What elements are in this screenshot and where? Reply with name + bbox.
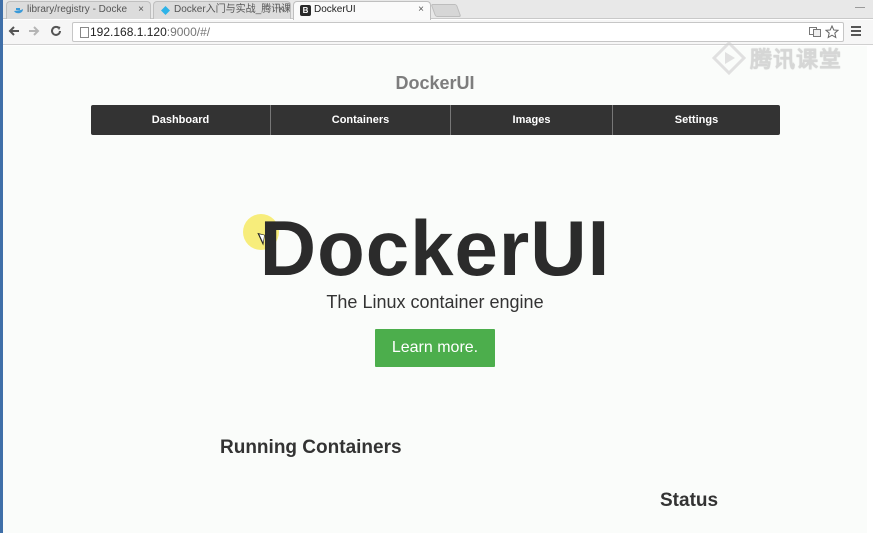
tab-strip: library/registry - Docke × Docker入门与实战_腾…: [0, 0, 873, 20]
window-controls: [855, 0, 865, 12]
nav-item-dashboard[interactable]: Dashboard: [91, 105, 271, 135]
docker-whale-icon: [13, 5, 24, 16]
reload-button[interactable]: [48, 24, 64, 40]
menu-hamburger-icon[interactable]: [849, 25, 863, 39]
tab-title: library/registry - Docke: [27, 4, 128, 15]
arrow-right-icon: [29, 26, 40, 36]
close-icon[interactable]: ×: [278, 2, 284, 18]
hero-subtitle: The Linux container engine: [326, 292, 544, 312]
url-path: :9000/#/: [166, 25, 211, 39]
running-containers-heading: Running Containers: [220, 437, 402, 458]
tencent-class-icon: [160, 5, 171, 16]
learn-more-button[interactable]: Learn more.: [375, 329, 495, 367]
tencent-class-logo-icon: [711, 40, 747, 76]
tab-library-registry[interactable]: library/registry - Docke ×: [6, 1, 151, 19]
tencent-class-watermark: 腾讯课堂: [711, 38, 843, 78]
close-icon[interactable]: ×: [138, 2, 144, 18]
forward-button[interactable]: [26, 24, 42, 40]
page-viewport: DockerUI Dashboard Containers Images Set…: [3, 46, 867, 533]
minimize-icon[interactable]: [855, 0, 865, 8]
url-host: 192.168.1.120: [90, 25, 167, 39]
main-navbar: Dashboard Containers Images Settings: [91, 105, 780, 135]
tab-dockerui[interactable]: B DockerUI ×: [293, 1, 431, 20]
url-text[interactable]: 192.168.1.120:9000/#/: [90, 25, 210, 39]
status-heading: Status: [660, 490, 719, 511]
tab-title: DockerUI: [314, 4, 356, 15]
reload-icon: [51, 25, 61, 36]
desktop-edge: [0, 0, 3, 533]
bootstrap-b-icon: B: [300, 5, 311, 16]
close-icon[interactable]: ×: [418, 2, 424, 18]
new-tab-button[interactable]: [430, 4, 462, 17]
nav-item-containers[interactable]: Containers: [271, 105, 451, 135]
page-icon: [80, 27, 89, 38]
tab-docker-course[interactable]: Docker入门与实战_腾讯课 ×: [153, 1, 291, 19]
back-button[interactable]: [6, 24, 22, 40]
browser-window: library/registry - Docke × Docker入门与实战_腾…: [0, 0, 873, 533]
hero-title: DockerUI: [259, 204, 611, 292]
nav-item-images[interactable]: Images: [451, 105, 613, 135]
arrow-left-icon: [8, 26, 19, 36]
watermark-text: 腾讯课堂: [750, 47, 843, 72]
tab-title: Docker入门与实战_腾讯课: [174, 4, 291, 15]
nav-item-settings[interactable]: Settings: [613, 105, 780, 135]
